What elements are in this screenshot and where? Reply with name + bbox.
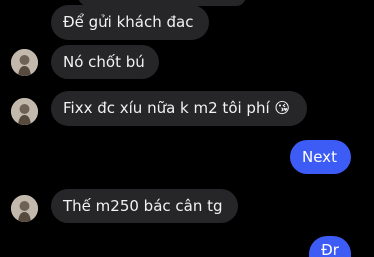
avatar[interactable] xyxy=(11,49,38,76)
message-bubble-outgoing[interactable]: Next xyxy=(290,140,351,174)
avatar-image xyxy=(11,98,38,125)
avatar[interactable] xyxy=(11,195,38,222)
message-bubble-outgoing[interactable]: Đr xyxy=(309,236,351,257)
avatar-image xyxy=(11,49,38,76)
message-text: Để gửi khách đac xyxy=(63,13,194,31)
message-text: Next xyxy=(302,148,337,166)
message-bubble-incoming[interactable]: Fixx đc xíu nữa k m2 tôi phí 😘 xyxy=(51,91,307,126)
avatar[interactable] xyxy=(11,98,38,125)
avatar-image xyxy=(11,195,38,222)
message-text: Đr xyxy=(321,241,339,257)
kissing-face-emoji-icon: 😘 xyxy=(274,99,291,117)
message-bubble-incoming[interactable]: Thế m250 bác cân tg xyxy=(51,189,238,223)
message-text: Fixx đc xíu nữa k m2 tôi phí xyxy=(63,99,270,117)
message-text: Nó chốt bú xyxy=(63,53,145,71)
message-bubble-incoming[interactable]: Nó chốt bú xyxy=(51,45,159,79)
message-text: Thế m250 bác cân tg xyxy=(63,197,223,215)
message-bubble-incoming[interactable]: Để gửi khách đac xyxy=(51,5,209,40)
